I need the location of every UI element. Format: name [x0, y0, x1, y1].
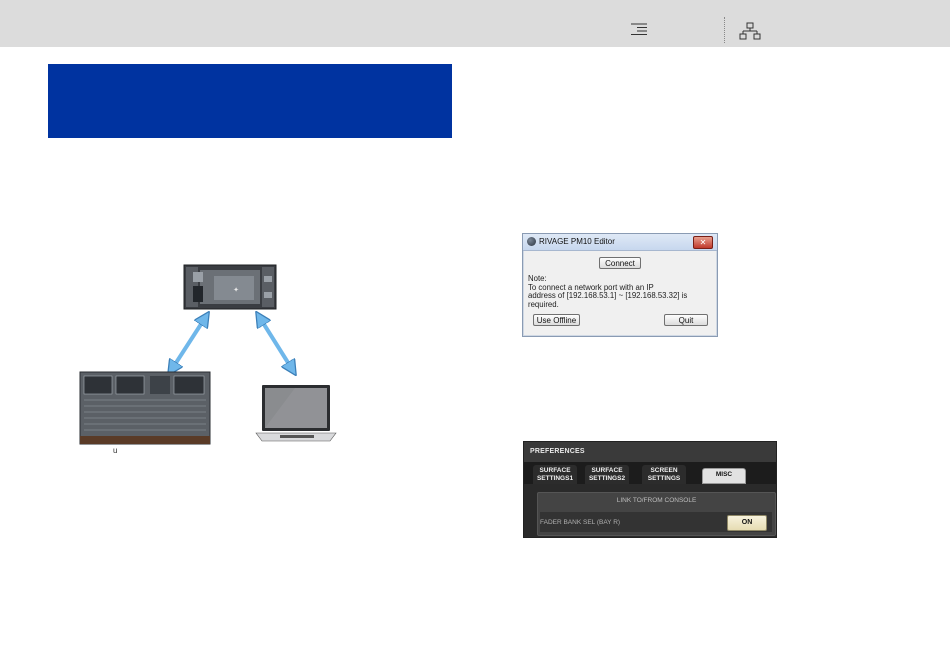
laptop-icon: [255, 385, 337, 442]
rack-engine-icon: ✦: [183, 264, 277, 310]
fader-bank-row: FADER BANK SEL (BAY R) ON: [540, 512, 772, 532]
close-button[interactable]: ✕: [693, 236, 713, 249]
tab-label: SETTINGS1: [536, 474, 574, 482]
tab-surface-settings1[interactable]: SURFACE SETTINGS1: [533, 465, 577, 484]
dialog-title-bar: RIVAGE PM10 Editor ✕: [523, 234, 717, 251]
link-console-section: LINK TO/FROM CONSOLE FADER BANK SEL (BAY…: [537, 492, 776, 536]
tab-label: SETTINGS2: [588, 474, 626, 482]
note-line: required.: [528, 299, 559, 309]
tab-label: MISC: [715, 471, 733, 478]
tab-label: SURFACE: [591, 467, 623, 474]
tab-label: SCREEN: [650, 467, 678, 474]
dialog-title: RIVAGE PM10 Editor: [539, 237, 615, 246]
preferences-body: LINK TO/FROM CONSOLE FADER BANK SEL (BAY…: [524, 484, 776, 537]
connect-button[interactable]: Connect: [599, 257, 641, 269]
network-diagram: ✦: [79, 264, 337, 445]
fader-bank-label: FADER BANK SEL (BAY R): [540, 519, 621, 526]
tab-label: SETTINGS: [647, 474, 681, 482]
dialog-note: Note: To connect a network port with an …: [528, 274, 713, 309]
link-arrow-laptop: [260, 318, 292, 369]
tab-misc[interactable]: MISC: [702, 468, 746, 484]
link-arrow-console: [172, 318, 205, 369]
close-icon: ✕: [699, 238, 707, 247]
app-logo-icon: [527, 237, 536, 246]
svg-text:✦: ✦: [233, 286, 239, 294]
quit-button[interactable]: Quit: [664, 314, 708, 326]
preferences-panel: PREFERENCES SURFACE SETTINGS1 SURFACE SE…: [523, 441, 777, 538]
diagram-caption: u: [113, 446, 118, 455]
preferences-title: PREFERENCES: [530, 448, 585, 455]
tab-label: SURFACE: [539, 467, 571, 474]
tab-screen-settings[interactable]: SCREEN SETTINGS: [642, 465, 686, 484]
section-header: LINK TO/FROM CONSOLE: [616, 497, 697, 504]
use-offline-button[interactable]: Use Offline: [533, 314, 580, 326]
tab-surface-settings2[interactable]: SURFACE SETTINGS2: [585, 465, 629, 484]
mixing-console-icon: [79, 371, 211, 445]
on-toggle-button[interactable]: ON: [727, 515, 767, 531]
editor-dialog: RIVAGE PM10 Editor ✕ Connect Note: To co…: [522, 233, 718, 337]
